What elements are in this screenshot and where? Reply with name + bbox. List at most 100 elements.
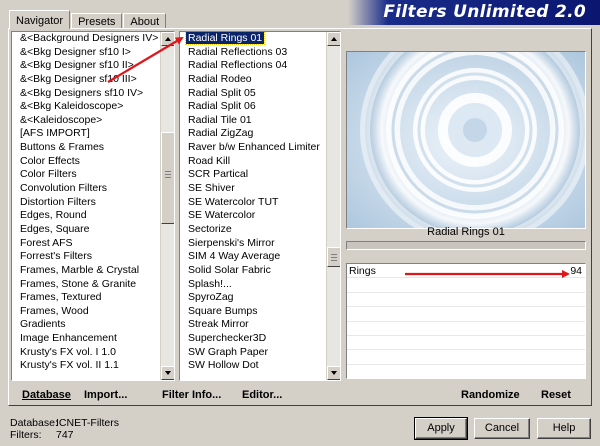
parameter-value[interactable]: 94 (570, 264, 582, 278)
category-item[interactable]: Edges, Round (12, 209, 160, 223)
filter-item[interactable]: SIM 4 Way Average (180, 250, 326, 264)
filter-item[interactable]: Radial Split 05 (180, 87, 326, 101)
filter-item[interactable]: Splash!... (180, 278, 326, 292)
category-item[interactable]: Forest AFS (12, 237, 160, 251)
category-item-label: Krusty's FX vol. II 1.1 (20, 359, 119, 372)
filter-item[interactable]: Solid Solar Fabric (180, 264, 326, 278)
filter-item-label: Radial ZigZag (188, 127, 254, 140)
category-item[interactable]: Color Filters (12, 168, 160, 182)
scroll-up-button[interactable] (161, 32, 174, 46)
filter-item-label: Radial Rodeo (188, 72, 252, 85)
filter-item-label: Sectorize (188, 222, 232, 235)
scroll-up-button[interactable] (327, 32, 340, 46)
import-button[interactable]: Import... (84, 389, 127, 401)
filter-item-label: Road Kill (188, 154, 231, 167)
parameter-row-rings[interactable]: Rings 94 (347, 264, 585, 279)
apply-button[interactable]: Apply (414, 417, 468, 440)
filter-item[interactable]: Radial Tile 01 (180, 114, 326, 128)
category-item[interactable]: Convolution Filters (12, 182, 160, 196)
filter-item[interactable]: Radial Rodeo (180, 73, 326, 87)
filter-item[interactable]: SpyroZag (180, 291, 326, 305)
category-item-label: Gradients (20, 318, 66, 331)
chevron-up-icon (331, 37, 337, 41)
filter-item[interactable]: SW Hollow Dot (180, 359, 326, 373)
filter-item-label: SW Hollow Dot (188, 359, 259, 372)
filter-scrollbar[interactable] (326, 32, 340, 380)
category-item[interactable]: &<Bkg Kaleidoscope> (12, 100, 160, 114)
category-item[interactable]: &<Kaleidoscope> (12, 114, 160, 128)
category-item[interactable]: Frames, Textured (12, 291, 160, 305)
tab-navigator[interactable]: Navigator (9, 10, 71, 29)
category-item[interactable]: Frames, Stone & Granite (12, 278, 160, 292)
filter-item-label: SE Shiver (188, 182, 235, 195)
filter-item[interactable]: Superchecker3D (180, 332, 326, 346)
category-item[interactable]: Frames, Marble & Crystal (12, 264, 160, 278)
randomize-button[interactable]: Randomize (461, 389, 520, 401)
category-item-label: Edges, Square (20, 222, 90, 235)
tab-bar: Navigator Presets About (9, 10, 167, 29)
filter-item[interactable]: SE Watercolor (180, 209, 326, 223)
category-item-label: &<Bkg Kaleidoscope> (20, 100, 124, 113)
category-item[interactable]: Color Effects (12, 155, 160, 169)
filter-item[interactable]: Streak Mirror (180, 318, 326, 332)
scroll-thumb[interactable] (327, 247, 340, 267)
category-item[interactable]: Forrest's Filters (12, 250, 160, 264)
category-item[interactable]: &<Bkg Designers sf10 IV> (12, 87, 160, 101)
filter-item[interactable]: Sierpenski's Mirror (180, 237, 326, 251)
filter-item-label: SW Graph Paper (188, 345, 268, 358)
filter-item[interactable]: SE Watercolor TUT (180, 196, 326, 210)
parameter-slider-track[interactable] (346, 241, 586, 250)
filter-item-label: SCR Partical (188, 168, 249, 181)
category-item-label: Frames, Marble & Crystal (20, 263, 140, 276)
category-item[interactable]: Frames, Wood (12, 305, 160, 319)
empty-parameter-row (347, 350, 585, 365)
scroll-down-button[interactable] (327, 366, 340, 380)
category-item[interactable]: [AFS IMPORT] (12, 127, 160, 141)
filter-item[interactable]: Sectorize (180, 223, 326, 237)
scroll-down-button[interactable] (161, 366, 174, 380)
database-button[interactable]: Database (22, 389, 71, 401)
reset-button[interactable]: Reset (541, 389, 571, 401)
category-item-label: Image Enhancement (20, 332, 117, 345)
category-item[interactable]: &<Bkg Designer sf10 II> (12, 59, 160, 73)
filter-item[interactable]: Radial Split 06 (180, 100, 326, 114)
grip-line (331, 257, 337, 258)
filter-item[interactable]: Radial Reflections 03 (180, 46, 326, 60)
category-item-label: Buttons & Frames (20, 141, 105, 154)
database-value: ICNET-Filters (56, 417, 119, 429)
category-item[interactable]: Distortion Filters (12, 196, 160, 210)
filter-item[interactable]: Radial ZigZag (180, 127, 326, 141)
category-item[interactable]: Buttons & Frames (12, 141, 160, 155)
cancel-button[interactable]: Cancel (474, 418, 530, 439)
category-item[interactable]: Image Enhancement (12, 332, 160, 346)
empty-parameter-row (347, 293, 585, 308)
filter-item[interactable]: Square Bumps (180, 305, 326, 319)
help-button[interactable]: Help (537, 418, 591, 439)
category-item[interactable]: &<Bkg Designer sf10 III> (12, 73, 160, 87)
tab-presets[interactable]: Presets (71, 13, 123, 29)
filter-item[interactable]: SW Graph Paper (180, 346, 326, 360)
filter-item[interactable]: SE Shiver (180, 182, 326, 196)
filter-item[interactable]: Radial Reflections 04 (180, 59, 326, 73)
category-item[interactable]: Gradients (12, 318, 160, 332)
filter-item[interactable]: Radial Rings 01 (180, 32, 326, 46)
category-list[interactable]: &<Background Designers IV> &<Bkg Designer… (11, 31, 175, 381)
filter-item[interactable]: SCR Partical (180, 168, 326, 182)
filter-item[interactable]: Road Kill (180, 155, 326, 169)
category-item-label: &<Bkg Designer sf10 II> (20, 59, 134, 72)
filter-item[interactable]: Raver b/w Enhanced Limiter (180, 141, 326, 155)
category-scrollbar[interactable] (160, 32, 174, 380)
filter-item-label: Radial Rings 01 (184, 32, 266, 45)
category-item[interactable]: Edges, Square (12, 223, 160, 237)
editor-button[interactable]: Editor... (242, 389, 282, 401)
filter-list[interactable]: Radial Rings 01 Radial Reflections 03 Radi… (179, 31, 341, 381)
category-item[interactable]: &<Background Designers IV> (12, 32, 160, 46)
grip-line (165, 174, 171, 175)
category-item[interactable]: Krusty's FX vol. I 1.0 (12, 346, 160, 360)
category-item-label: Frames, Textured (20, 291, 102, 304)
tab-about[interactable]: About (123, 13, 167, 29)
category-item[interactable]: &<Bkg Designer sf10 I> (12, 46, 160, 60)
scroll-thumb[interactable] (161, 132, 174, 224)
category-item[interactable]: Krusty's FX vol. II 1.1 (12, 359, 160, 373)
filter-info-button[interactable]: Filter Info... (162, 389, 221, 401)
